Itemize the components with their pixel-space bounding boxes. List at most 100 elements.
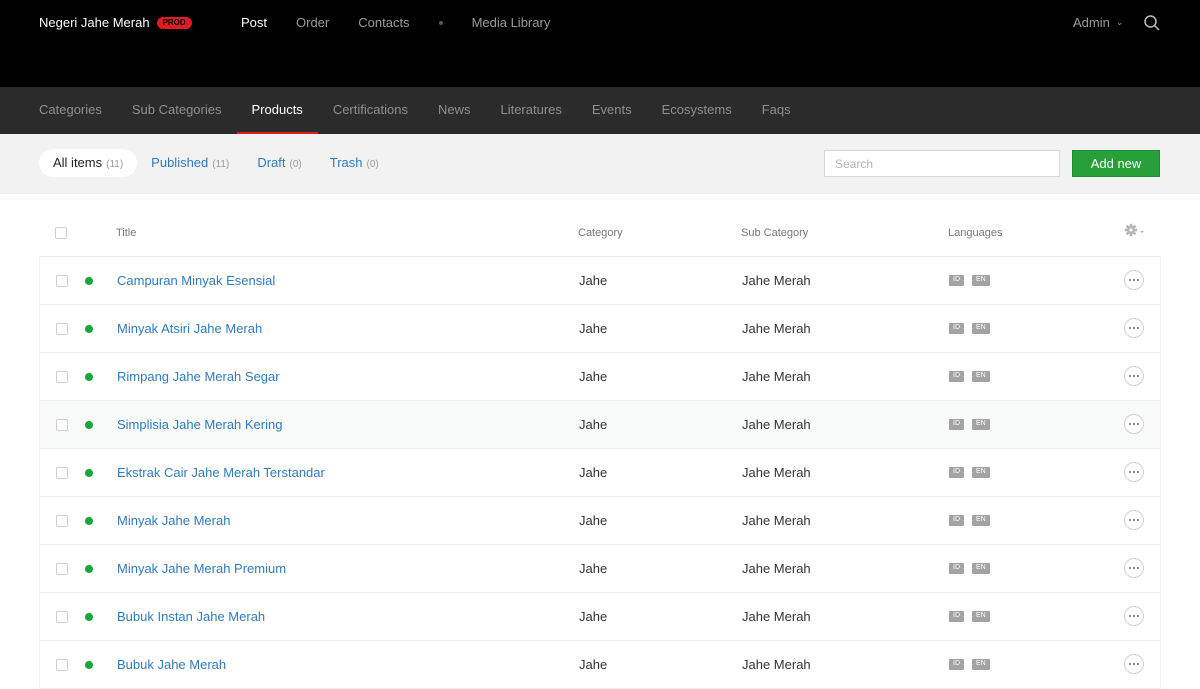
more-actions-button[interactable] — [1124, 462, 1144, 482]
row-checkbox[interactable] — [56, 323, 68, 335]
topnav-item-contacts[interactable]: Contacts — [358, 15, 409, 30]
table-row[interactable]: Minyak Jahe Merah Premium Jahe Jahe Merah I… — [39, 545, 1161, 593]
sub-category-cell: Jahe Merah — [742, 369, 811, 384]
topnav-item-media-library[interactable]: Media Library — [472, 15, 551, 30]
table-row[interactable]: Campuran Minyak Esensial Jahe Jahe Merah ID… — [39, 257, 1161, 305]
add-new-button[interactable]: Add new — [1072, 150, 1160, 177]
more-actions-button[interactable] — [1124, 510, 1144, 530]
filter-all-items[interactable]: All items (11) — [39, 149, 138, 177]
tab-events[interactable]: Events — [577, 87, 647, 134]
sub-category-cell: Jahe Merah — [742, 657, 811, 672]
language-badge[interactable]: ID — [949, 611, 964, 622]
more-actions-button[interactable] — [1124, 318, 1144, 338]
language-badge[interactable]: ID — [949, 371, 964, 382]
more-actions-button[interactable] — [1124, 366, 1144, 386]
filter-label: Published — [151, 155, 209, 170]
user-name: Admin — [1073, 15, 1110, 30]
published-status-dot — [85, 373, 93, 381]
more-actions-button[interactable] — [1124, 270, 1144, 290]
language-badge[interactable]: ID — [949, 563, 964, 574]
language-badge[interactable]: EN — [972, 371, 990, 382]
language-badge[interactable]: EN — [972, 323, 990, 334]
table-row[interactable]: Minyak Atsiri Jahe Merah Jahe Jahe Merah ID… — [39, 305, 1161, 353]
language-badge[interactable]: EN — [972, 563, 990, 574]
tab-sub-categories[interactable]: Sub Categories — [117, 87, 237, 134]
tab-categories[interactable]: Categories — [0, 87, 117, 134]
language-badge[interactable]: EN — [972, 515, 990, 526]
row-checkbox[interactable] — [56, 563, 68, 575]
tab-faqs[interactable]: Faqs — [747, 87, 806, 134]
language-badges: ID EN — [949, 275, 998, 286]
language-badge[interactable]: EN — [972, 275, 990, 286]
row-checkbox[interactable] — [56, 371, 68, 383]
tab-news[interactable]: News — [423, 87, 486, 134]
language-badge[interactable]: EN — [972, 419, 990, 430]
published-status-dot — [85, 661, 93, 669]
filter-published[interactable]: Published (11) — [137, 149, 243, 177]
product-title-link[interactable]: Campuran Minyak Esensial — [117, 273, 275, 288]
column-header-sub-category[interactable]: Sub Category — [741, 227, 808, 239]
table-row[interactable]: Ekstrak Cair Jahe Merah Terstandar Jahe Ja… — [39, 449, 1161, 497]
filter-trash[interactable]: Trash (0) — [316, 149, 393, 177]
topnav-item-order[interactable]: Order — [296, 15, 329, 30]
product-title-link[interactable]: Bubuk Instan Jahe Merah — [117, 609, 265, 624]
row-checkbox[interactable] — [56, 419, 68, 431]
tab-literatures[interactable]: Literatures — [485, 87, 576, 134]
filter-draft[interactable]: Draft (0) — [243, 149, 315, 177]
column-header-title[interactable]: Title — [116, 227, 136, 239]
language-badge[interactable]: ID — [949, 467, 964, 478]
more-actions-button[interactable] — [1124, 654, 1144, 674]
product-title-link[interactable]: Bubuk Jahe Merah — [117, 657, 226, 672]
sub-category-cell: Jahe Merah — [742, 321, 811, 336]
table-row[interactable]: Bubuk Jahe Merah Jahe Jahe Merah ID EN — [39, 641, 1161, 689]
product-title-link[interactable]: Rimpang Jahe Merah Segar — [117, 369, 280, 384]
more-actions-button[interactable] — [1124, 558, 1144, 578]
topnav-item-post[interactable]: Post — [241, 15, 267, 30]
table-row[interactable]: Simplisia Jahe Merah Kering Jahe Jahe Mera… — [39, 401, 1161, 449]
table-row[interactable]: Minyak Jahe Merah Jahe Jahe Merah ID EN — [39, 497, 1161, 545]
tab-ecosystems[interactable]: Ecosystems — [647, 87, 747, 134]
filter-count: (11) — [106, 159, 124, 170]
more-actions-button[interactable] — [1124, 414, 1144, 434]
product-title-link[interactable]: Ekstrak Cair Jahe Merah Terstandar — [117, 465, 325, 480]
sub-category-cell: Jahe Merah — [742, 609, 811, 624]
sub-category-cell: Jahe Merah — [742, 417, 811, 432]
filter-label: Trash — [329, 155, 363, 170]
table-row[interactable]: Rimpang Jahe Merah Segar Jahe Jahe Merah ID… — [39, 353, 1161, 401]
table-row[interactable]: Bubuk Instan Jahe Merah Jahe Jahe Merah ID E… — [39, 593, 1161, 641]
row-checkbox[interactable] — [56, 515, 68, 527]
product-title-link[interactable]: Minyak Jahe Merah — [117, 513, 230, 528]
language-badge[interactable]: EN — [972, 611, 990, 622]
language-badge[interactable]: ID — [949, 323, 964, 334]
row-checkbox[interactable] — [56, 275, 68, 287]
brand[interactable]: Negeri Jahe Merah PROD — [39, 15, 192, 30]
product-title-link[interactable]: Simplisia Jahe Merah Kering — [117, 417, 282, 432]
language-badges: ID EN — [949, 371, 998, 382]
select-all-checkbox[interactable] — [55, 227, 67, 239]
row-checkbox[interactable] — [56, 611, 68, 623]
tab-products[interactable]: Products — [236, 87, 319, 134]
published-status-dot — [85, 517, 93, 525]
sub-category-cell: Jahe Merah — [742, 273, 811, 288]
category-cell: Jahe — [579, 273, 608, 288]
language-badge[interactable]: ID — [949, 515, 964, 526]
gear-icon[interactable] — [1124, 223, 1146, 239]
column-header-languages: Languages — [948, 227, 1003, 239]
search-input[interactable] — [824, 150, 1060, 177]
language-badge[interactable]: ID — [949, 419, 964, 430]
user-menu[interactable]: Admin ⌄ — [1073, 15, 1123, 30]
language-badge[interactable]: EN — [972, 659, 990, 670]
product-title-link[interactable]: Minyak Jahe Merah Premium — [117, 561, 286, 576]
language-badge[interactable]: ID — [949, 275, 964, 286]
row-checkbox[interactable] — [56, 467, 68, 479]
product-title-link[interactable]: Minyak Atsiri Jahe Merah — [117, 321, 262, 336]
row-checkbox[interactable] — [56, 659, 68, 671]
column-header-category[interactable]: Category — [578, 227, 623, 239]
language-badge[interactable]: ID — [949, 659, 964, 670]
search-icon[interactable] — [1143, 14, 1161, 32]
tab-certifications[interactable]: Certifications — [318, 87, 423, 134]
more-actions-button[interactable] — [1124, 606, 1144, 626]
filter-count: (0) — [289, 159, 302, 170]
top-bar: Negeri Jahe Merah PROD Post Order Contac… — [0, 0, 1200, 87]
language-badge[interactable]: EN — [972, 467, 990, 478]
